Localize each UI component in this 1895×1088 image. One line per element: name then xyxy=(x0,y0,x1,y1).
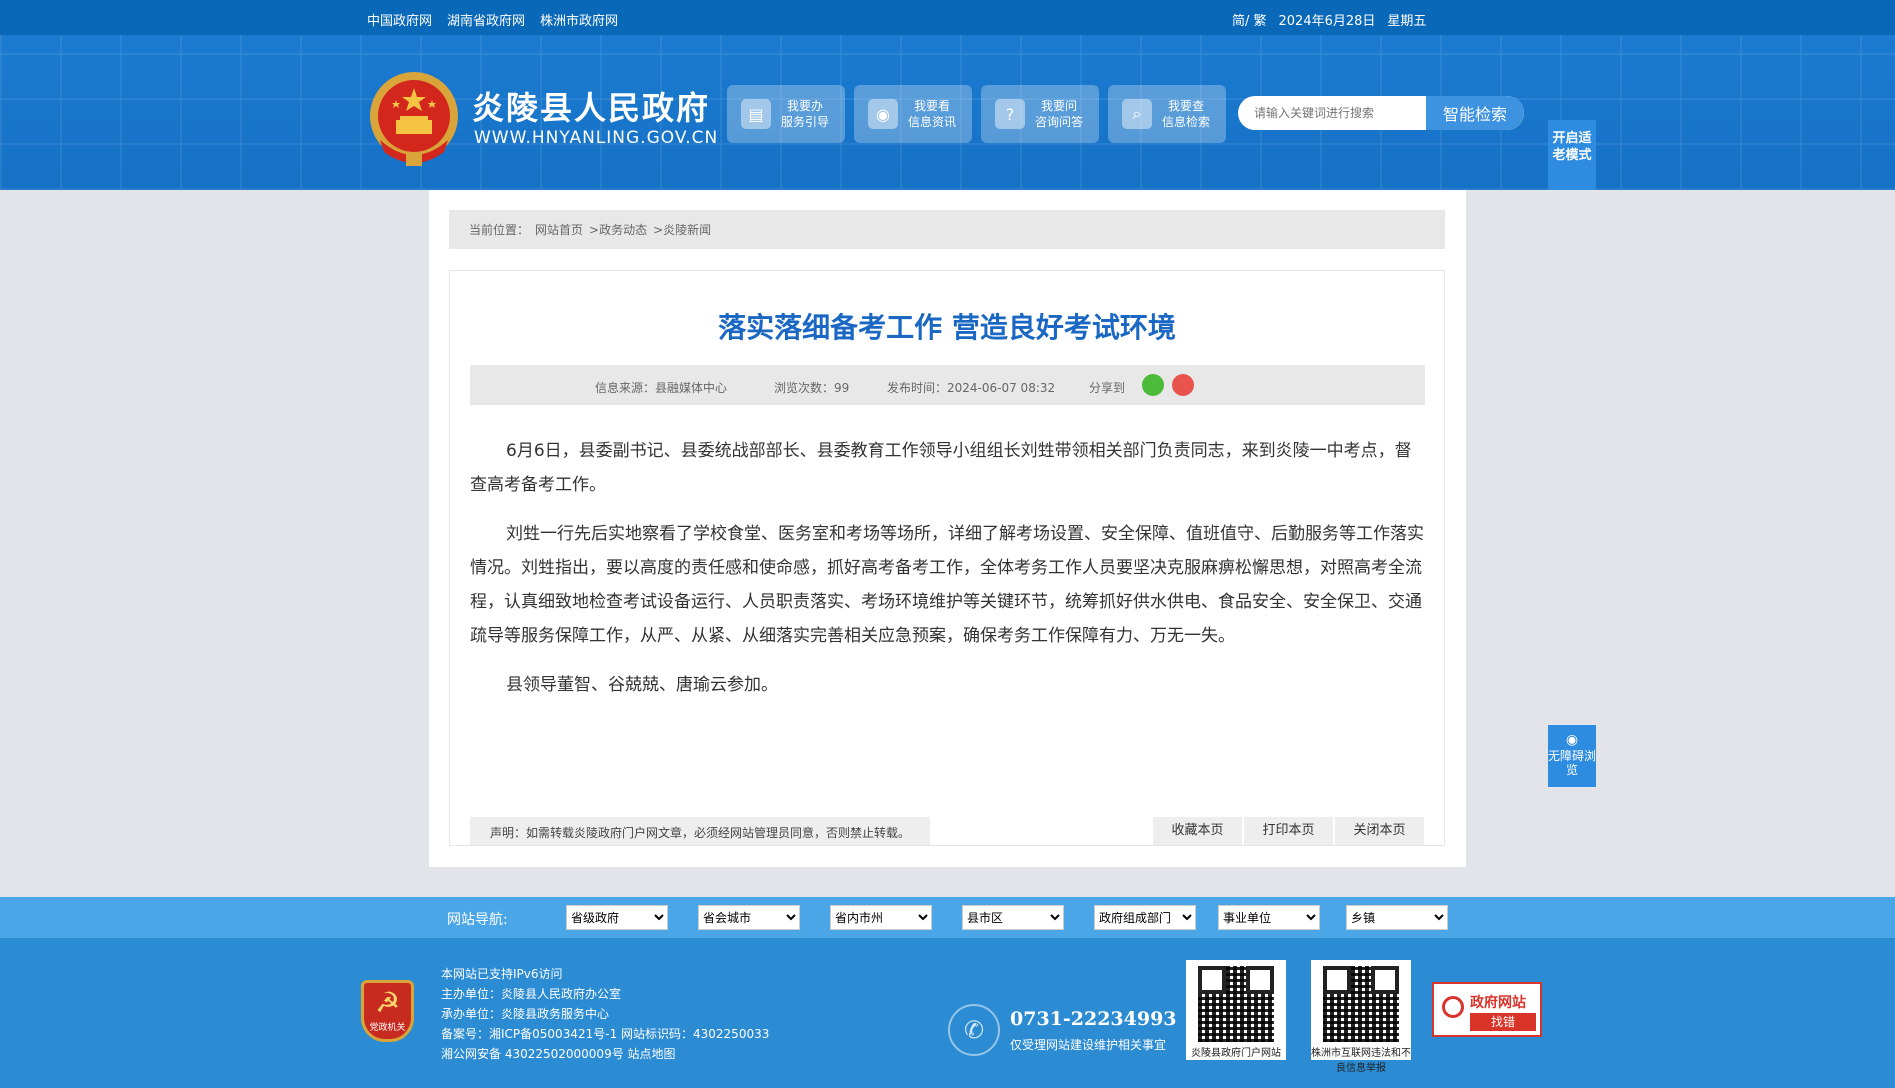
qr-code-icon xyxy=(1198,966,1274,1042)
qr-portal-caption: 炎陵县政府门户网站 xyxy=(1191,1048,1281,1059)
select-institutions[interactable]: 事业单位 xyxy=(1218,905,1320,930)
qr-code-icon xyxy=(1323,966,1399,1042)
service-handle-button[interactable]: ▤ 我要办服务引导 xyxy=(727,85,845,143)
site-title: 炎陵县人民政府 xyxy=(472,89,711,127)
footer-host: 主办单位：炎陵县人民政府办公室 xyxy=(441,987,622,1001)
site-nav-bar: 网站导航: 省级政府 省会城市 省内市州 县市区 政府组成部门 事业单位 乡镇 xyxy=(0,897,1895,938)
accessibility-label: 无障碍浏览 xyxy=(1548,749,1597,777)
current-date: 2024年6月28日 xyxy=(1278,14,1376,29)
search-box: 智能检索 xyxy=(1238,96,1524,130)
breadcrumb-label: 当前位置： xyxy=(469,223,530,237)
service-search-button[interactable]: ⌕ 我要查信息检索 xyxy=(1108,85,1226,143)
qr-report-caption: 株洲市互联网违法和不良信息举报 xyxy=(1311,1048,1411,1074)
article-body: 6月6日，县委副书记、县委统战部部长、县委教育工作领导小组组长刘甡带领相关部门负… xyxy=(470,434,1425,717)
search-icon: ⌕ xyxy=(1122,99,1152,129)
select-prefectures[interactable]: 省内市州 xyxy=(830,905,932,930)
phone-icon: ✆ xyxy=(948,1004,1000,1056)
top-right: 简/ 繁 2024年6月28日 星期五 xyxy=(1232,10,1426,29)
link-zhuzhou-gov[interactable]: 株洲市政府网 xyxy=(540,10,618,29)
service-handle-line2: 服务引导 xyxy=(781,115,830,129)
link-central-gov[interactable]: 中国政府网 xyxy=(367,10,432,29)
article-paragraph: 刘甡一行先后实地察看了学校食堂、医务室和考场等场所，详细了解考场设置、安全保障、… xyxy=(470,524,1424,646)
wechat-icon[interactable] xyxy=(1142,374,1164,396)
article-meta: 信息来源：县融媒体中心 浏览次数：99 发布时间：2024-06-07 08:3… xyxy=(470,365,1425,405)
service-view-line2: 信息资讯 xyxy=(908,115,957,129)
service-view-button[interactable]: ◉ 我要看信息资讯 xyxy=(854,85,972,143)
zfwz-title: 政府网站 xyxy=(1470,995,1526,1011)
service-search-line2: 信息检索 xyxy=(1162,115,1211,129)
footer-police-record: 湘公网安备 43022502000009号 站点地图 xyxy=(441,1047,676,1061)
article-title: 落实落细备考工作 营造良好考试环境 xyxy=(718,311,1176,344)
qr-code-portal: 炎陵县政府门户网站 xyxy=(1186,960,1286,1060)
service-ask-button[interactable]: ? 我要问咨询问答 xyxy=(981,85,1099,143)
site-footer: ☭ 党政机关 本网站已支持IPv6访问 主办单位：炎陵县人民政府办公室 承办单位：… xyxy=(0,938,1895,1088)
article-paragraph: 6月6日，县委副书记、县委统战部部长、县委教育工作领导小组组长刘甡带领相关部门负… xyxy=(470,441,1412,495)
search-input[interactable] xyxy=(1238,96,1426,130)
close-page-button[interactable]: 关闭本页 xyxy=(1335,817,1424,845)
bookmark-page-button[interactable]: 收藏本页 xyxy=(1153,817,1242,845)
document-icon: ▤ xyxy=(741,99,771,129)
top-links: 中国政府网 湖南省政府网 株洲市政府网 xyxy=(367,10,618,29)
eye-icon: ◉ xyxy=(1565,732,1579,748)
site-nav-label: 网站导航: xyxy=(447,912,508,928)
badge-label: 党政机关 xyxy=(369,1023,406,1033)
article-tools: 收藏本页 打印本页 关闭本页 xyxy=(1153,817,1424,845)
article-source: 信息来源：县融媒体中心 xyxy=(595,381,728,395)
service-ask-line2: 咨询问答 xyxy=(1035,115,1084,129)
article-published: 发布时间：2024-06-07 08:32 xyxy=(887,381,1056,395)
service-search-line1: 我要查 xyxy=(1168,99,1205,113)
site-header: 炎陵县人民政府 WWW.HNYANLING.GOV.CN ▤ 我要办服务引导 ◉… xyxy=(0,35,1895,190)
service-ask-line1: 我要问 xyxy=(1041,99,1078,113)
eye-icon: ◉ xyxy=(868,99,898,129)
site-url: WWW.HNYANLING.GOV.CN xyxy=(474,128,719,148)
magnifier-icon xyxy=(1442,996,1464,1018)
service-handle-line1: 我要办 xyxy=(787,99,824,113)
select-counties[interactable]: 县市区 xyxy=(962,905,1064,930)
select-capital-cities[interactable]: 省会城市 xyxy=(698,905,800,930)
footer-icp: 备案号：湘ICP备05003421号-1 网站标识码：4302250033 xyxy=(441,1027,770,1041)
breadcrumb-yanling-news[interactable]: >炎陵新闻 xyxy=(653,221,711,238)
select-towns[interactable]: 乡镇 xyxy=(1346,905,1448,930)
footer-organizer: 承办单位：炎陵县政务服务中心 xyxy=(441,1007,610,1021)
elder-mode-button[interactable]: 开启适老模式 xyxy=(1548,120,1596,190)
breadcrumb-home[interactable]: 网站首页 xyxy=(535,221,583,238)
smart-search-button[interactable]: 智能检索 xyxy=(1426,96,1524,130)
reprint-notice: 声明：如需转载炎陵政府门户网文章，必须经网站管理员同意，否则禁止转载。 xyxy=(470,817,930,845)
national-emblem-icon xyxy=(370,72,458,166)
top-bar: 中国政府网 湖南省政府网 株洲市政府网 简/ 繁 2024年6月28日 星期五 xyxy=(0,0,1895,35)
weibo-icon[interactable] xyxy=(1172,374,1194,396)
qr-code-report[interactable]: 株洲市互联网违法和不良信息举报 xyxy=(1311,960,1411,1074)
party-gov-badge-icon[interactable]: ☭ 党政机关 xyxy=(361,980,414,1042)
service-view-line1: 我要看 xyxy=(914,99,951,113)
select-gov-departments[interactable]: 政府组成部门 xyxy=(1094,905,1196,930)
article-paragraph: 县领导董智、谷兢兢、唐瑜云参加。 xyxy=(506,675,778,695)
print-page-button[interactable]: 打印本页 xyxy=(1244,817,1333,845)
contact-phone-note: 仅受理网站建设维护相关事宜 xyxy=(1010,1038,1167,1052)
lang-toggle[interactable]: 简/ 繁 xyxy=(1232,10,1267,29)
zfwz-find-error: 找错 xyxy=(1470,1013,1536,1031)
link-hunan-gov[interactable]: 湖南省政府网 xyxy=(447,10,525,29)
accessibility-button[interactable]: ◉ 无障碍浏览 xyxy=(1548,725,1596,787)
breadcrumb: 当前位置： 网站首页 >政务动态 >炎陵新闻 xyxy=(449,210,1445,249)
current-weekday: 星期五 xyxy=(1387,14,1427,29)
breadcrumb-news[interactable]: >政务动态 xyxy=(589,221,647,238)
question-icon: ? xyxy=(995,99,1025,129)
contact-phone: 0731-22234993 xyxy=(1010,1008,1177,1030)
gov-site-error-report-button[interactable]: 政府网站 找错 xyxy=(1432,982,1542,1037)
select-provincial-gov[interactable]: 省级政府 xyxy=(566,905,668,930)
article-views: 浏览次数：99 xyxy=(774,381,850,395)
footer-info: 本网站已支持IPv6访问 主办单位：炎陵县人民政府办公室 承办单位：炎陵县政务服… xyxy=(441,964,769,1064)
share-label: 分享到 xyxy=(1089,381,1126,395)
footer-ipv6: 本网站已支持IPv6访问 xyxy=(441,967,563,981)
